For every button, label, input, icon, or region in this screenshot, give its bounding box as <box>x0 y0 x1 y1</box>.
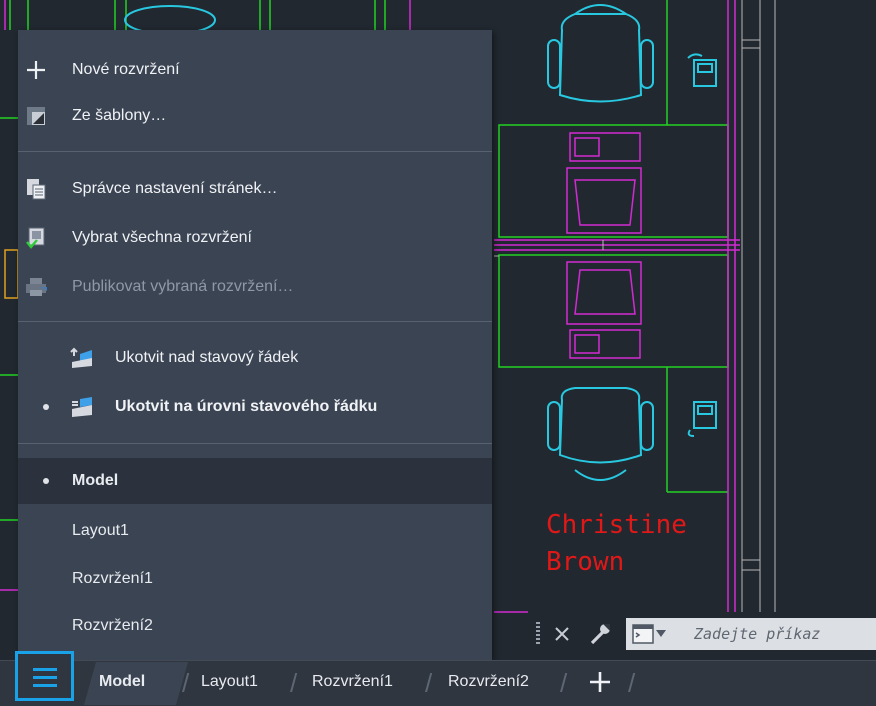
tab-layout1[interactable]: Layout1 <box>201 673 258 691</box>
layout-list-label: Rozvržení1 <box>72 570 153 587</box>
menu-separator <box>18 151 492 152</box>
select-all-layouts-item[interactable]: Vybrat všechna rozvržení <box>18 215 492 261</box>
select-all-layouts-label: Vybrat všechna rozvržení <box>72 229 252 246</box>
add-layout-icon[interactable] <box>589 671 611 693</box>
publish-selected-layouts-item: Publikovat vybraná rozvržení… <box>18 264 492 310</box>
tab-separator: / <box>560 668 568 698</box>
tab-rozvrzeni1[interactable]: Rozvržení1 <box>312 673 393 691</box>
tab-rozvrzeni2[interactable]: Rozvržení2 <box>448 673 529 691</box>
checked-bullet <box>43 404 49 410</box>
person-name-line1: Christine <box>546 510 687 540</box>
wrench-icon[interactable] <box>588 622 612 646</box>
layout-list-label: Model <box>72 472 119 489</box>
command-line-grip[interactable] <box>536 622 540 646</box>
tab-separator: / <box>290 668 298 698</box>
menu-separator <box>18 443 492 444</box>
dock-inline-status-bar-label: Ukotvit na úrovni stavového řádku <box>115 398 378 415</box>
dock-above-status-bar-item[interactable]: Ukotvit nad stavový řádek <box>18 335 492 381</box>
new-layout-label: Nové rozvržení <box>72 61 180 78</box>
dock-above-icon <box>70 347 92 368</box>
layout-menu-button[interactable] <box>15 651 74 701</box>
tab-separator: / <box>182 668 190 698</box>
template-icon <box>27 107 45 125</box>
command-line <box>528 612 876 656</box>
plus-icon <box>27 61 45 79</box>
tab-separator: / <box>628 668 636 698</box>
page-setup-manager-item[interactable]: Správce nastavení stránek… <box>18 166 492 212</box>
layout-list-item-layout1[interactable]: Layout1 <box>18 508 492 554</box>
layout-list-label: Layout1 <box>72 522 129 539</box>
page-setup-icon <box>27 179 46 200</box>
selected-bullet <box>43 478 49 484</box>
page-setup-manager-label: Správce nastavení stránek… <box>72 180 278 197</box>
publish-icon <box>26 278 47 296</box>
select-all-layouts-icon <box>26 227 45 249</box>
dock-above-status-bar-label: Ukotvit nad stavový řádek <box>115 349 299 366</box>
layout-menu: Nové rozvržení Ze šablony… Správce nasta… <box>18 30 492 660</box>
close-icon[interactable] <box>554 626 570 642</box>
from-template-label: Ze šablony… <box>72 107 167 124</box>
tab-separator: / <box>425 668 433 698</box>
chevron-down-icon[interactable] <box>656 630 666 638</box>
layout-list-item-model[interactable]: Model <box>18 458 492 504</box>
hamburger-icon <box>33 668 57 687</box>
layout-list-item-rozvrzeni1[interactable]: Rozvržení1 <box>18 556 492 602</box>
layout-list-label: Rozvržení2 <box>72 617 153 634</box>
publish-selected-layouts-label: Publikovat vybraná rozvržení… <box>72 278 294 295</box>
dock-inline-icon <box>72 397 92 417</box>
from-template-item[interactable]: Ze šablony… <box>18 93 492 139</box>
tab-model[interactable]: Model <box>99 673 145 691</box>
command-prompt-icon[interactable] <box>632 624 654 644</box>
dock-inline-status-bar-item[interactable]: Ukotvit na úrovni stavového řádku <box>18 384 492 430</box>
menu-separator <box>18 321 492 322</box>
new-layout-item[interactable]: Nové rozvržení <box>18 47 492 93</box>
person-name-line2: Brown <box>546 547 624 577</box>
layout-list-item-rozvrzeni2[interactable]: Rozvržení2 <box>18 603 492 649</box>
